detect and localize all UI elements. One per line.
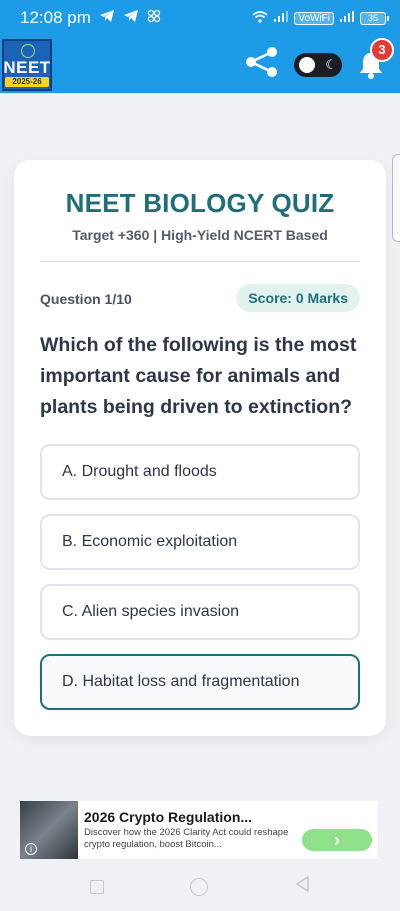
option-b-button[interactable]: B. Economic exploitation	[40, 514, 360, 570]
divider	[40, 261, 360, 262]
telegram-icon	[123, 9, 139, 28]
option-a-button[interactable]: A. Drought and floods	[40, 444, 360, 500]
chevron-right-icon: ›	[334, 829, 340, 850]
ad-text: 2026 Crypto Regulation... Discover how t…	[78, 809, 298, 851]
quiz-title: NEET BIOLOGY QUIZ	[65, 188, 335, 218]
telegram-icon	[99, 9, 115, 28]
recents-button[interactable]	[90, 879, 104, 894]
wifi-icon	[252, 10, 268, 26]
app-bar: NEET 2025-26 ☾ 3	[0, 36, 400, 94]
ad-title: 2026 Crypto Regulation...	[84, 809, 253, 825]
toggle-knob	[299, 56, 315, 73]
quiz-subtitle: Target +360 | High-Yield NCERT Based	[72, 227, 328, 243]
moon-icon: ☾	[325, 56, 337, 72]
info-icon[interactable]: i	[25, 843, 37, 855]
ad-banner[interactable]: i 2026 Crypto Regulation... Discover how…	[20, 801, 378, 859]
status-bar: 12:08 pm VoWiFi 35	[0, 0, 400, 36]
share-icon[interactable]	[244, 46, 280, 83]
home-button[interactable]	[190, 877, 208, 896]
ad-cta-button[interactable]: ›	[302, 829, 372, 851]
logo-mark-icon	[21, 43, 35, 58]
status-time: 12:08 pm	[20, 8, 91, 27]
logo-text: NEET	[3, 57, 51, 77]
score-badge: Score: 0 Marks	[236, 284, 360, 312]
theme-toggle[interactable]: ☾	[294, 52, 342, 77]
status-right: VoWiFi 35	[252, 10, 389, 26]
signal-icon	[340, 11, 354, 25]
app-bar-actions: ☾ 3	[244, 37, 394, 83]
back-button[interactable]	[294, 875, 310, 898]
ad-thumbnail: i	[20, 801, 78, 859]
option-d-button[interactable]: D. Habitat loss and fragmentation	[40, 654, 360, 710]
status-left: 12:08 pm	[20, 8, 161, 28]
system-nav-bar	[0, 862, 400, 911]
notification-bell[interactable]: 3	[356, 37, 394, 80]
battery-icon: 35	[360, 11, 389, 25]
question-text: Which of the following is the most impor…	[40, 334, 357, 418]
ad-description: Discover how the 2026 Clarity Act could …	[84, 827, 289, 850]
quiz-card: NEET BIOLOGY QUIZ Target +360 | High-Yie…	[14, 160, 386, 736]
notification-badge: 3	[370, 37, 394, 62]
usb-icon	[147, 9, 161, 28]
signal-icon	[274, 11, 289, 25]
logo-year: 2025-26	[5, 76, 49, 87]
question-number: Question 1/10	[40, 291, 132, 307]
edge-panel-handle[interactable]	[392, 154, 400, 242]
bell-icon	[356, 52, 386, 84]
vowifi-label: VoWiFi	[294, 11, 334, 25]
option-c-button[interactable]: C. Alien species invasion	[40, 584, 360, 640]
app-logo[interactable]: NEET 2025-26	[2, 38, 52, 91]
